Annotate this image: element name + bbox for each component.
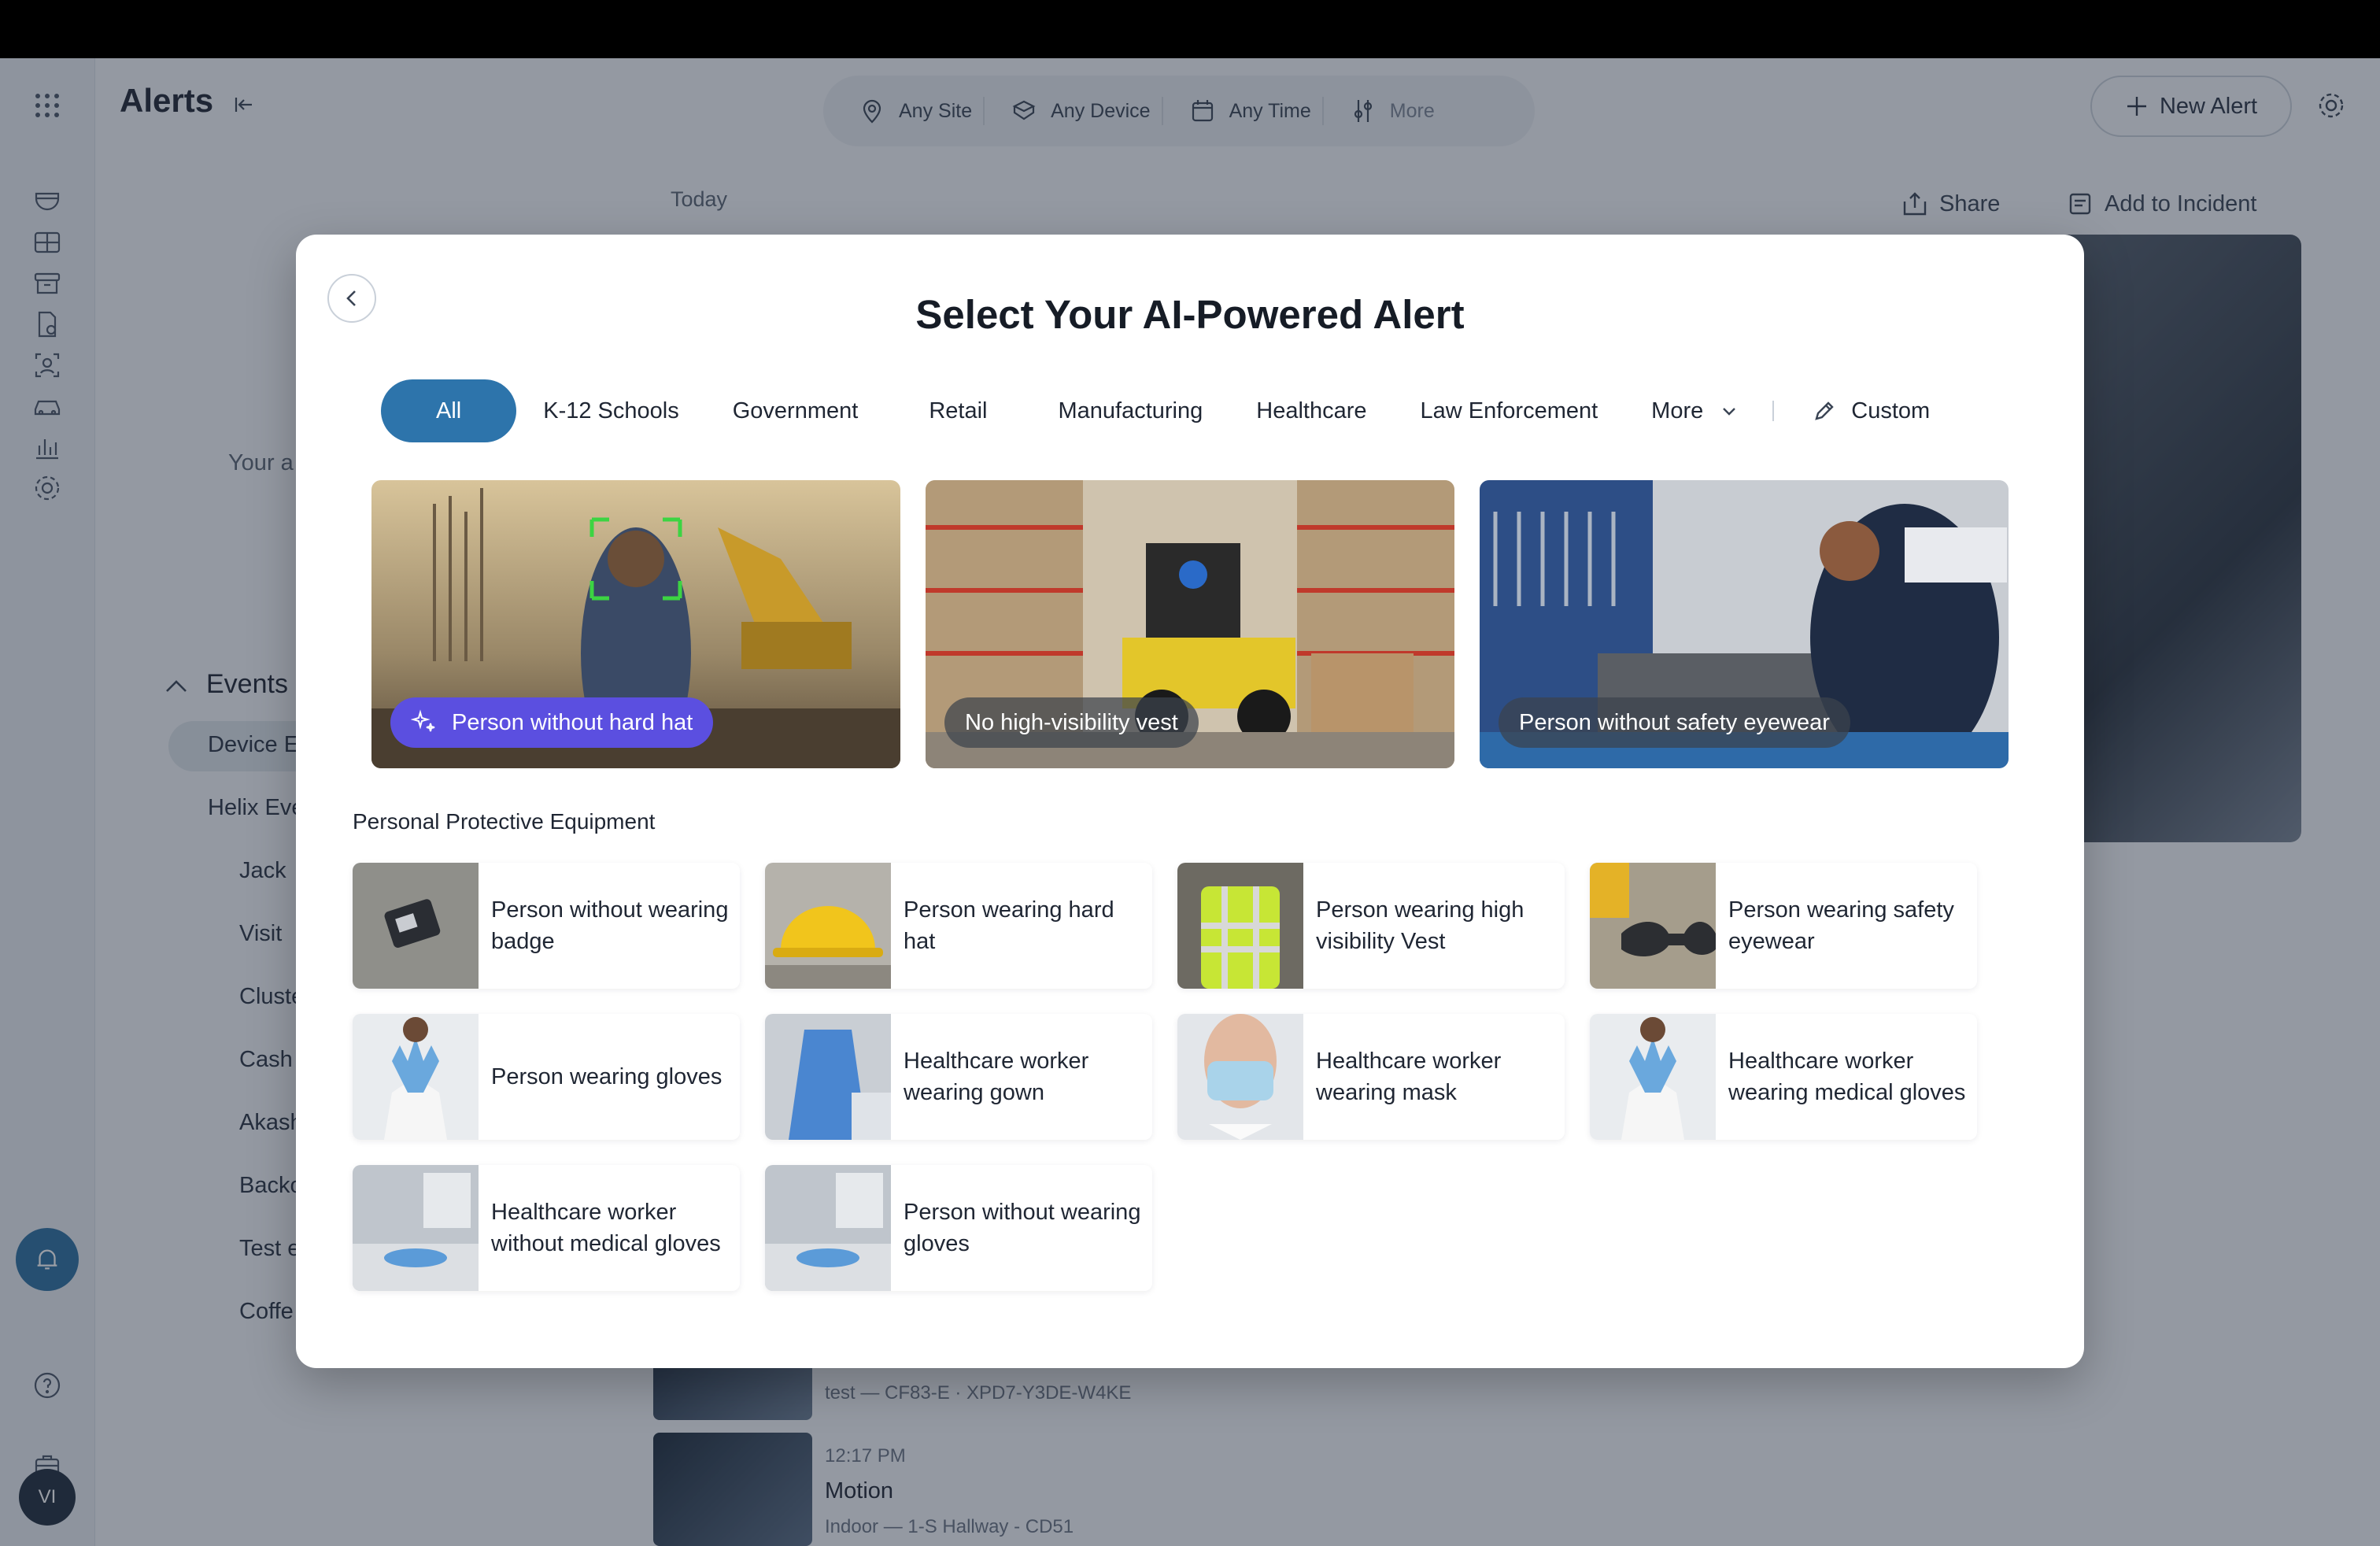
tab-government[interactable]: Government [706,379,885,442]
tab-healthcare[interactable]: Healthcare [1229,379,1393,442]
alert-option-label: Healthcare worker wearing gown [891,1045,1152,1108]
alert-option-label: Person wearing high visibility Vest [1303,894,1565,957]
chevron-down-icon [1720,402,1738,420]
alert-option-label: Person without wearing badge [479,894,740,957]
tab-custom-label: Custom [1851,398,1930,424]
badge-thumbnail [353,863,479,989]
tab-all[interactable]: All [381,379,516,442]
alert-option-label: Person wearing hard hat [891,894,1152,957]
alert-option-card[interactable]: Person wearing high visibility Vest [1177,863,1565,989]
tab-manufacturing[interactable]: Manufacturing [1031,379,1229,442]
alert-option-card[interactable]: Healthcare worker wearing gown [765,1014,1152,1140]
alert-option-card[interactable]: Person without wearing gloves [765,1165,1152,1291]
alert-option-card[interactable]: Healthcare worker wearing medical gloves [1590,1014,1977,1140]
featured-alert-label: Person without hard hat [390,697,713,748]
category-tabs: All K-12 Schools Government Retail Manuf… [381,379,1957,442]
medical-mask-thumbnail [1177,1014,1303,1140]
gloves-on-table-thumbnail [765,1165,891,1291]
alert-option-card[interactable]: Person wearing safety eyewear [1590,863,1977,989]
system-top-bar [0,0,2380,58]
featured-alert-label: No high-visibility vest [944,697,1199,748]
alert-option-card[interactable]: Person wearing gloves [353,1014,740,1140]
medical-gloves-thumbnail [1590,1014,1716,1140]
alert-option-label: Person wearing gloves [479,1061,733,1093]
alert-option-card[interactable]: Healthcare worker without medical gloves [353,1165,740,1291]
featured-alert-text: Person without hard hat [452,710,693,736]
alert-option-card[interactable]: Person wearing hard hat [765,863,1152,989]
featured-alert-card[interactable]: Person without safety eyewear [1480,480,2009,768]
tab-k12-schools[interactable]: K-12 Schools [516,379,706,442]
section-title: Personal Protective Equipment [353,809,655,834]
featured-alert-label: Person without safety eyewear [1499,697,1850,748]
tab-divider [1772,401,1774,421]
alert-option-label: Healthcare worker without medical gloves [479,1196,740,1259]
medical-gown-thumbnail [765,1014,891,1140]
gloves-on-table-thumbnail [353,1165,479,1291]
safety-vest-thumbnail [1177,863,1303,989]
hard-hat-thumbnail [765,863,891,989]
featured-alert-card[interactable]: Person without hard hat [371,480,900,768]
alert-option-label: Person wearing safety eyewear [1716,894,1977,957]
alert-option-label: Healthcare worker wearing medical gloves [1716,1045,1977,1108]
featured-alert-card[interactable]: No high-visibility vest [926,480,1454,768]
safety-eyewear-thumbnail [1590,863,1716,989]
tab-more-label: More [1651,398,1703,424]
gloves-thumbnail [353,1014,479,1140]
sparkle-icon [411,709,438,736]
select-alert-modal: Select Your AI-Powered Alert All K-12 Sc… [296,235,2084,1368]
alert-option-card[interactable]: Healthcare worker wearing mask [1177,1014,1565,1140]
alert-option-label: Person without wearing gloves [891,1196,1152,1259]
alert-option-card[interactable]: Person without wearing badge [353,863,740,989]
tab-law-enforcement[interactable]: Law Enforcement [1394,379,1625,442]
tab-custom[interactable]: Custom [1785,379,1957,442]
alert-option-label: Healthcare worker wearing mask [1303,1045,1565,1108]
pencil-icon [1812,398,1837,423]
tab-more[interactable]: More [1624,379,1765,442]
modal-title: Select Your AI-Powered Alert [296,291,2084,338]
tab-retail[interactable]: Retail [885,379,1031,442]
